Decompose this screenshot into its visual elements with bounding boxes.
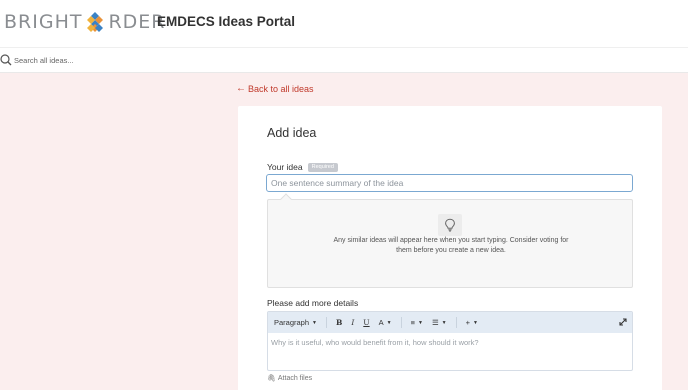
paragraph-style-label: Paragraph xyxy=(274,318,310,327)
caret-down-icon: ▼ xyxy=(312,319,317,326)
add-idea-card: Add idea Your idea Required Any similar … xyxy=(238,106,662,390)
search-icon xyxy=(0,54,12,66)
align-dropdown[interactable]: ≡ ▼ xyxy=(411,318,423,327)
search-input[interactable] xyxy=(14,51,314,69)
align-icon: ≡ xyxy=(410,318,415,327)
italic-button[interactable]: I xyxy=(351,318,354,327)
brightorder-logo[interactable]: BRIGHT RDER xyxy=(4,10,166,34)
expand-icon[interactable] xyxy=(618,317,628,327)
back-to-all-ideas-link[interactable]: ← Back to all ideas xyxy=(236,83,314,94)
required-badge: Required xyxy=(307,162,338,172)
details-label: Please add more details xyxy=(267,298,359,308)
toolbar-divider xyxy=(325,317,327,328)
search-bar xyxy=(0,48,688,73)
insert-dropdown[interactable]: + ▼ xyxy=(466,318,478,327)
logo-text-left: BRIGHT xyxy=(4,11,83,33)
details-editor: Paragraph ▼ B I U A ▼ ≡ ▼ ☰ ▼ + ▼ Why is… xyxy=(267,311,633,371)
text-color-icon: A xyxy=(378,318,384,327)
plus-icon: + xyxy=(465,318,471,327)
idea-summary-input[interactable] xyxy=(266,174,633,192)
panel-notch xyxy=(280,193,292,205)
caret-down-icon: ▼ xyxy=(417,319,423,326)
back-link-label: Back to all ideas xyxy=(248,83,314,94)
logo-gear-icon xyxy=(87,12,104,32)
editor-toolbar: Paragraph ▼ B I U A ▼ ≡ ▼ ☰ ▼ + ▼ xyxy=(268,312,632,333)
arrow-left-icon: ← xyxy=(236,83,246,94)
list-dropdown[interactable]: ☰ ▼ xyxy=(432,318,447,327)
page-title: Add idea xyxy=(267,126,317,140)
toolbar-divider xyxy=(400,317,402,328)
attach-files-label: Attach files xyxy=(277,374,313,382)
underline-button[interactable]: U xyxy=(363,318,369,327)
portal-title: EMDECS Ideas Portal xyxy=(157,14,296,29)
top-bar: BRIGHT RDER EMDECS Ideas Portal xyxy=(0,0,688,48)
idea-label-text: Your idea xyxy=(267,162,303,172)
toolbar-divider xyxy=(455,317,457,328)
similar-ideas-panel: Any similar ideas will appear here when … xyxy=(267,193,633,288)
caret-down-icon: ▼ xyxy=(386,319,392,326)
lightbulb-icon xyxy=(438,214,462,236)
idea-field-label: Your idea Required xyxy=(267,162,338,172)
text-color-dropdown[interactable]: A ▼ xyxy=(379,318,392,327)
caret-down-icon: ▼ xyxy=(473,319,478,326)
list-icon: ☰ xyxy=(431,318,439,327)
details-textarea[interactable]: Why is it useful, who would benefit from… xyxy=(268,333,632,352)
attach-files-link[interactable]: 🖇 Attach files xyxy=(267,374,313,383)
paperclip-icon: 🖇 xyxy=(267,375,276,382)
similar-ideas-hint: Any similar ideas will appear here when … xyxy=(333,237,569,254)
paragraph-style-dropdown[interactable]: Paragraph ▼ xyxy=(274,318,317,327)
caret-down-icon: ▼ xyxy=(441,319,447,326)
bold-button[interactable]: B xyxy=(336,318,342,327)
